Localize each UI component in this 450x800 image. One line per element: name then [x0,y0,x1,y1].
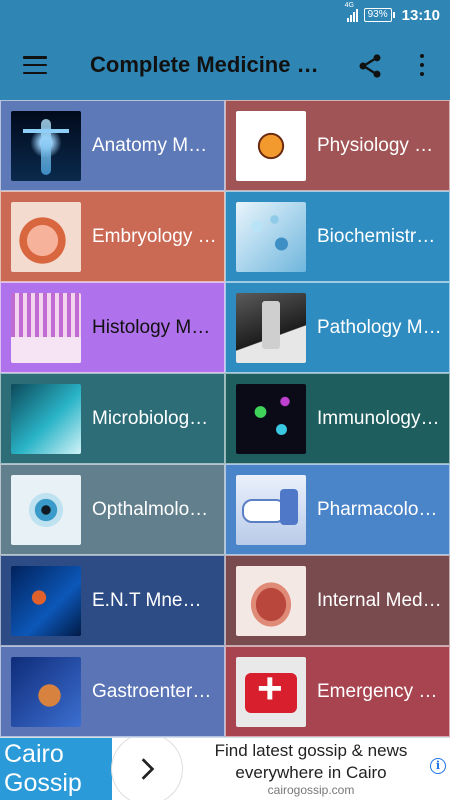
category-label: Physiology Mnemonics [317,134,442,156]
category-card-ent[interactable]: E.N.T Mnemonics [0,555,225,646]
ad-url[interactable]: cairogossip.com [186,783,436,797]
category-label: Anatomy Mnemonics [92,134,217,156]
more-options-icon[interactable] [419,54,425,76]
ad-headline[interactable]: Find latest gossip & news everywhere in … [186,740,436,784]
physiology-body-icon [236,110,306,181]
category-label: Pathology Mnemonics [317,316,442,338]
clock: 13:10 [401,6,440,24]
status-bar: 4G 93% 13:10 [0,0,450,30]
molecule-icon [236,201,306,272]
chevron-right-icon [141,758,155,780]
microbe-icon [11,383,81,454]
ad-info-icon[interactable]: i [430,758,446,774]
category-card-biochemistry[interactable]: Biochemistry Mnemonics [225,191,450,282]
microscope-icon [236,292,306,363]
category-card-anatomy[interactable]: Anatomy Mnemonics [0,100,225,191]
category-grid: Anatomy Mnemonics Physiology Mnemonics E… [0,100,450,738]
category-card-microbiology[interactable]: Microbiology Mnemonics [0,373,225,464]
category-card-gastroenterology[interactable]: Gastroenterology Mnemonics [0,646,225,737]
category-label: Internal Medicine Mnemonics [317,589,442,611]
digestive-system-icon [11,656,81,727]
first-aid-icon [236,656,306,727]
category-label: Embryology Mnemonics [92,225,217,247]
category-label: Histology Mnemonics [92,316,217,338]
category-label: Emergency Medicine Mnemonics [317,680,442,702]
embryo-icon [11,201,81,272]
ear-nose-throat-icon [11,565,81,636]
category-label: Microbiology Mnemonics [92,407,217,429]
ad-brand[interactable]: Cairo Gossip [0,738,112,800]
battery-indicator: 93% [363,8,395,22]
tissue-icon [11,292,81,363]
app-title: Complete Medicine Mnemonics [90,52,330,77]
ad-open-button[interactable] [112,738,182,800]
virus-icon [236,383,306,454]
ad-banner[interactable]: Cairo Gossip Find latest gossip & news e… [0,738,450,800]
category-card-pathology[interactable]: Pathology Mnemonics [225,282,450,373]
category-label: Pharmacology Mnemonics [317,498,442,520]
eye-icon [11,474,81,545]
category-card-internal-medicine[interactable]: Internal Medicine Mnemonics [225,555,450,646]
signal-icon: 4G [345,2,358,22]
pills-icon [236,474,306,545]
app-bar: Complete Medicine Mnemonics [0,30,450,100]
category-card-physiology[interactable]: Physiology Mnemonics [225,100,450,191]
internal-organs-icon [236,565,306,636]
category-card-embryology[interactable]: Embryology Mnemonics [0,191,225,282]
category-label: Gastroenterology Mnemonics [92,680,217,702]
category-card-pharmacology[interactable]: Pharmacology Mnemonics [225,464,450,555]
share-icon[interactable] [356,52,384,80]
category-card-histology[interactable]: Histology Mnemonics [0,282,225,373]
menu-icon[interactable] [23,56,47,74]
network-type: 4G [344,2,354,9]
category-card-immunology[interactable]: Immunology Mnemonics [225,373,450,464]
category-label: Biochemistry Mnemonics [317,225,442,247]
category-label: Immunology Mnemonics [317,407,442,429]
anatomy-skeleton-icon [11,110,81,181]
category-card-emergency[interactable]: Emergency Medicine Mnemonics [225,646,450,737]
category-card-opthalmology[interactable]: Opthalmology Mnemonics [0,464,225,555]
category-label: Opthalmology Mnemonics [92,498,217,520]
category-label: E.N.T Mnemonics [92,589,217,611]
